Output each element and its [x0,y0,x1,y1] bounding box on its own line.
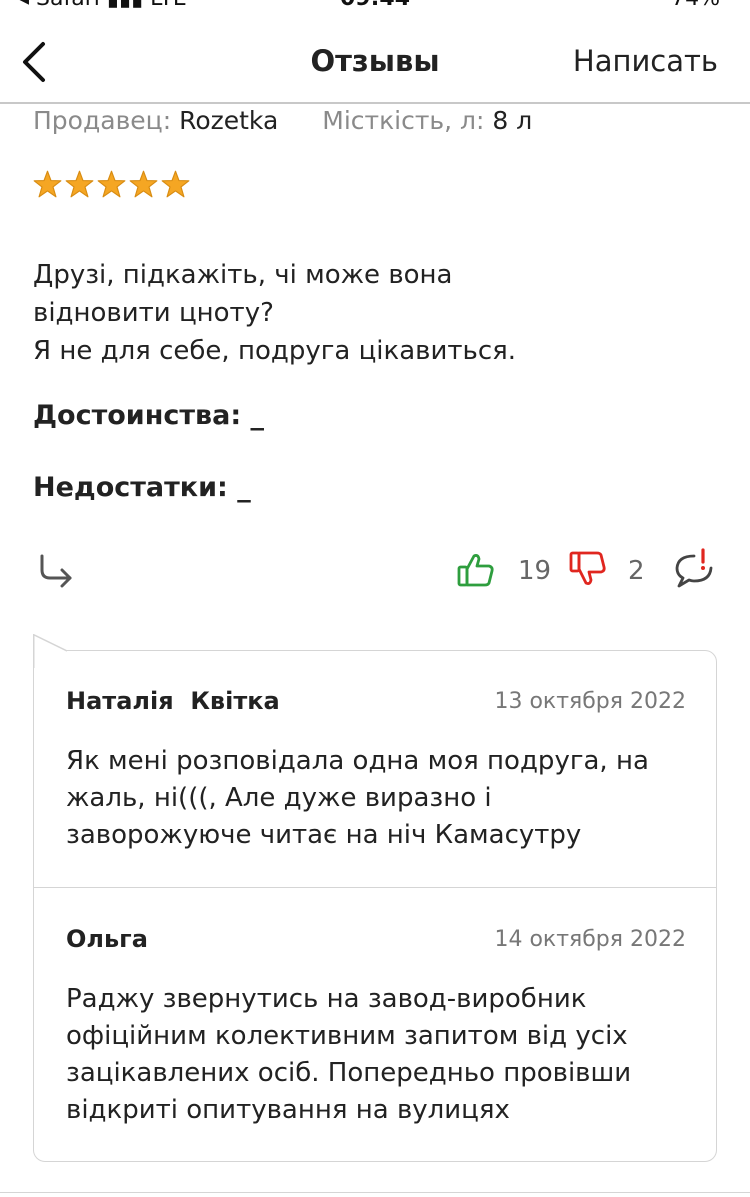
cons: Недостатки: _ [33,472,251,503]
comment: Ольга 14 октября 2022 Раджу звернутись н… [34,887,718,1161]
status-time: 09:44 [340,0,410,11]
dislike-count: 2 [628,556,645,586]
like-button[interactable] [456,552,496,588]
status-bar: ◂ Safari ▮▮▮ LTE 09:44 74% [0,0,750,11]
capacity-value: 8 л [492,106,533,135]
seller-value: Rozetka [179,106,279,135]
comment-body: Раджу звернутись на завод-виробник офіці… [66,981,706,1129]
thumbs-up-icon [457,554,494,587]
status-carrier: ◂ Safari ▮▮▮ LTE [18,0,187,11]
comment-date: 13 октября 2022 [494,689,686,714]
comment: Наталія Квітка 13 октября 2022 Як мені р… [34,651,718,887]
star-icon [97,170,126,198]
comment-author[interactable]: Наталія Квітка [66,687,280,715]
comment-line: Як мені розповідала одна моя подруга, на [66,746,649,776]
review-text-line: Я не для себе, подруга цікавиться. [33,336,517,366]
review-text-line: відновити цноту? [33,298,274,328]
star-icon [65,170,94,198]
thumbs-down-icon [569,551,606,585]
dislike-button[interactable] [568,550,608,588]
star-icon [129,170,158,198]
bottom-divider [0,1192,750,1193]
review-text: Друзі, підкажіть, чі може вона відновити … [33,256,673,370]
comment-line: відкриті опитування на вулицях [66,1095,510,1125]
star-icon [33,170,62,198]
comment-date: 14 октября 2022 [494,927,686,952]
report-complaint-icon [675,548,713,588]
status-battery: 74% [671,0,720,11]
like-count: 19 [518,556,552,586]
comment-body: Як мені розповідала одна моя подруга, на… [66,743,706,854]
comments-thread: Наталія Квітка 13 октября 2022 Як мені р… [33,650,717,1162]
pros: Достоинства: _ [33,400,265,431]
comment-line: жаль, ні(((, Але дуже виразно і [66,783,492,813]
report-button[interactable] [672,548,716,590]
reviews-page: ◂ Safari ▮▮▮ LTE 09:44 74% Отзывы Написа… [0,0,750,1197]
comment-line: Раджу звернутись на завод-виробник [66,984,587,1014]
capacity-label: Місткість, л: [322,106,485,135]
review-meta: Продавец: Rozetka Місткість, л: 8 л [33,106,532,135]
comment-line: заворожуюче читає на ніч Камасутру [66,820,582,850]
write-review-button[interactable]: Написать [573,44,718,78]
seller-label: Продавец: [33,106,172,135]
comment-author[interactable]: Ольга [66,925,148,953]
reply-button[interactable] [36,552,76,588]
header: Отзывы Написать [0,24,750,104]
star-icon [161,170,190,198]
review-text-line: Друзі, підкажіть, чі може вона [33,260,453,290]
reply-arrow-icon [40,554,72,588]
comment-line: офіційним колективним запитом від усіх [66,1021,628,1051]
comments-notch [33,634,67,668]
rating-stars [33,170,190,198]
comment-line: зацікавлених осіб. Попередньо провівши [66,1058,632,1088]
